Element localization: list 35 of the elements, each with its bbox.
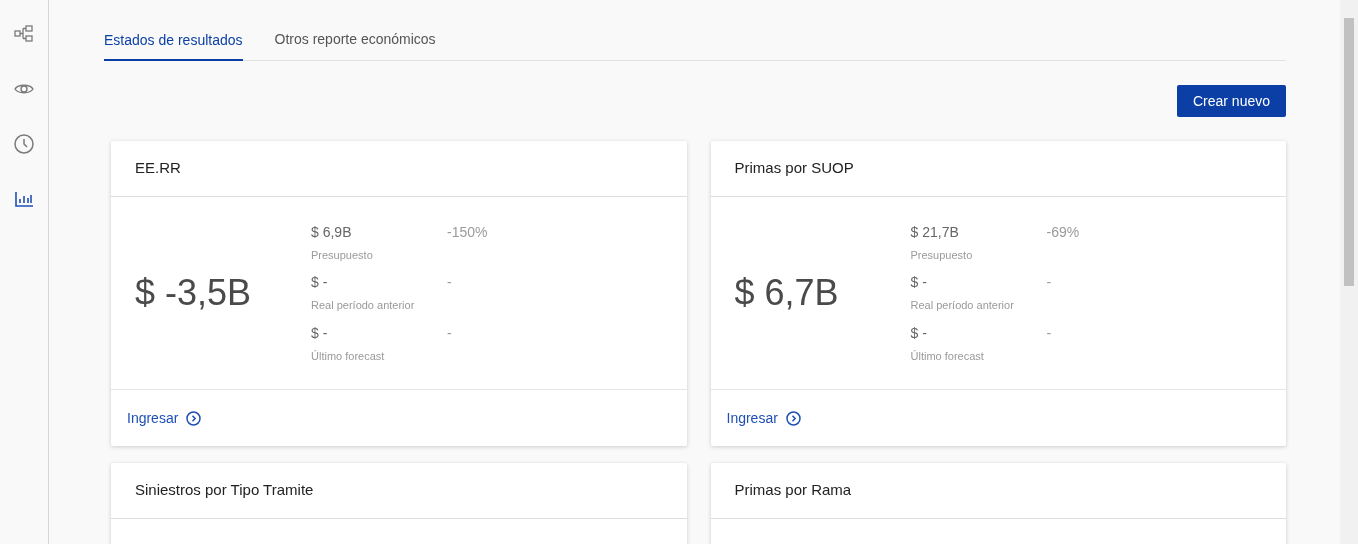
metric-variation: -	[447, 273, 452, 293]
metric-amount: $ -	[910, 323, 928, 343]
scrollbar-thumb[interactable]	[1344, 18, 1354, 286]
card-title: Primas por Rama	[734, 480, 852, 501]
card-title: EE.RR	[135, 158, 181, 179]
metric-variation: -	[447, 323, 452, 343]
metric-label: Presupuesto	[910, 247, 974, 263]
create-button[interactable]: Crear nuevo	[1176, 85, 1286, 117]
total-value: $ 6,7B	[734, 271, 840, 315]
hierarchy-icon[interactable]	[14, 23, 34, 45]
enter-link[interactable]: Ingresar	[726, 407, 778, 429]
card-title: Siniestros por Tipo Tramite	[135, 480, 314, 501]
metric-variation: -	[1046, 273, 1052, 293]
tab[interactable]: Otros reporte económicos	[274, 29, 436, 60]
total-value: $ -3,5B	[135, 271, 253, 315]
tab[interactable]: Estados de resultados	[104, 30, 243, 61]
card-title: Primas por SUOP	[734, 158, 854, 179]
metric-amount: $ 21,7B	[910, 222, 960, 242]
metric-variation: -150%	[447, 222, 488, 242]
metric-label: Real período anterior	[311, 298, 416, 314]
clock-icon[interactable]	[14, 133, 34, 155]
metric-variation: -	[1046, 323, 1052, 343]
metric-amount: $ -	[311, 323, 329, 343]
enter-link[interactable]: Ingresar	[127, 407, 179, 429]
metric-amount: $ -	[311, 273, 329, 293]
metric-label: Real período anterior	[910, 298, 1015, 314]
metric-label: Último forecast	[311, 348, 386, 364]
metric-label: Presupuesto	[311, 247, 374, 263]
metric-variation: -69%	[1046, 222, 1080, 242]
chevron-circle-icon	[785, 410, 801, 426]
scrollbar[interactable]	[1340, 0, 1358, 544]
metric-label: Último forecast	[910, 348, 985, 364]
metric-amount: $ -	[910, 273, 928, 293]
metric-amount: $ 6,9B	[311, 222, 353, 242]
chevron-circle-icon	[186, 410, 202, 426]
